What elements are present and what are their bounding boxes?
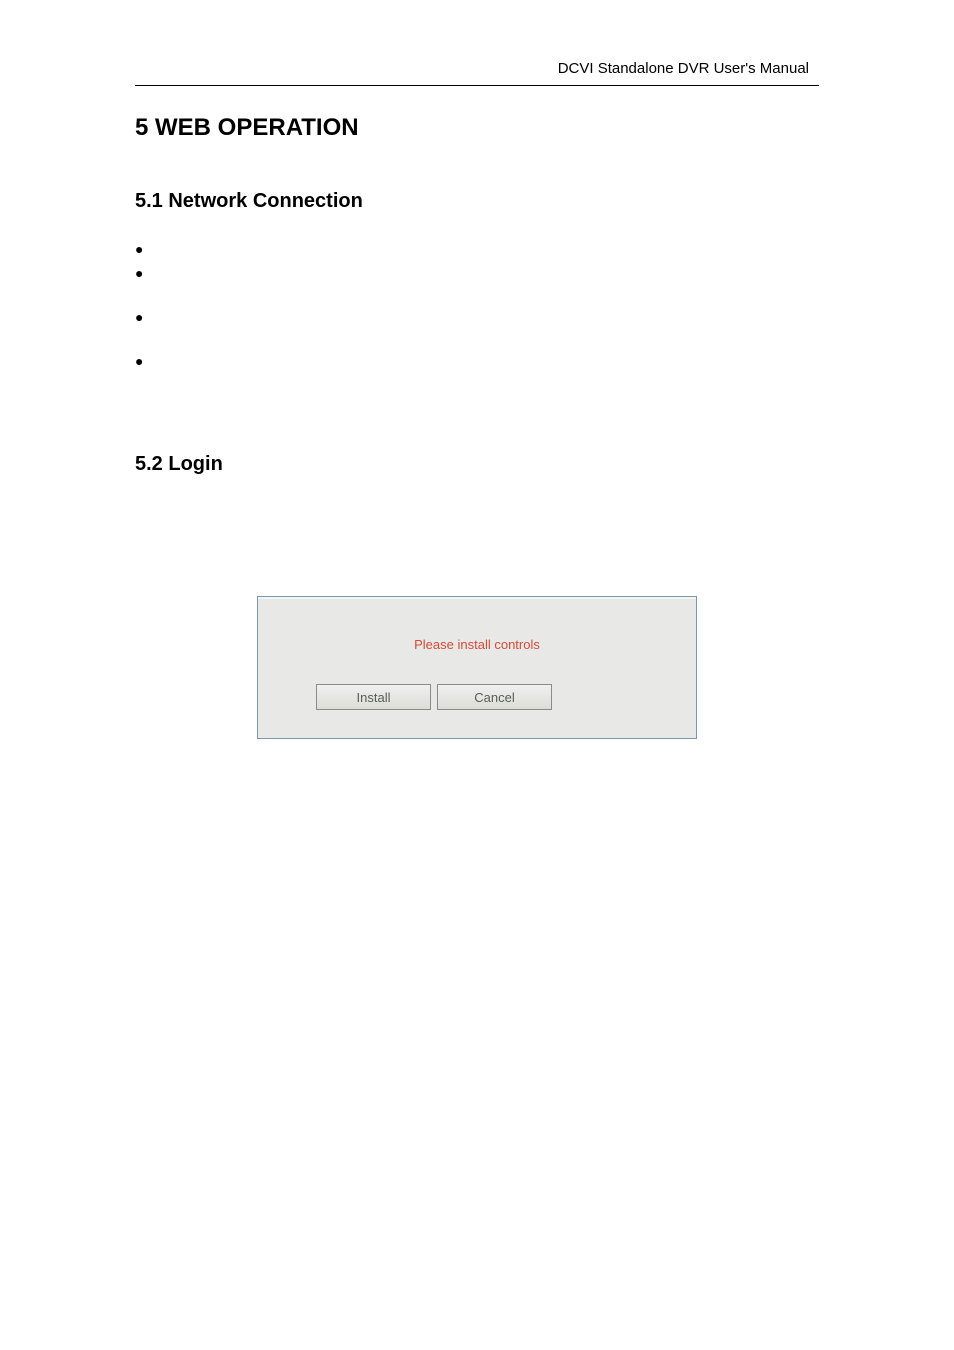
cancel-button[interactable]: Cancel — [437, 684, 552, 710]
install-button[interactable]: Install — [316, 684, 431, 710]
dialog-button-row: Install Cancel — [278, 684, 676, 710]
list-item — [135, 353, 819, 373]
section-51-title: 5.1 Network Connection — [135, 190, 819, 213]
doc-header-title: DCVI Standalone DVR User's Manual — [135, 60, 819, 77]
chapter-title: 5 WEB OPERATION — [135, 114, 819, 142]
section-52-title: 5.2 Login — [135, 453, 819, 476]
list-item — [135, 241, 819, 261]
bullet-list-51 — [135, 241, 819, 373]
list-item — [135, 309, 819, 349]
list-item — [135, 265, 819, 305]
header-rule — [135, 85, 819, 86]
dialog-message: Please install controls — [278, 637, 676, 652]
install-controls-dialog: Please install controls Install Cancel — [257, 596, 697, 739]
